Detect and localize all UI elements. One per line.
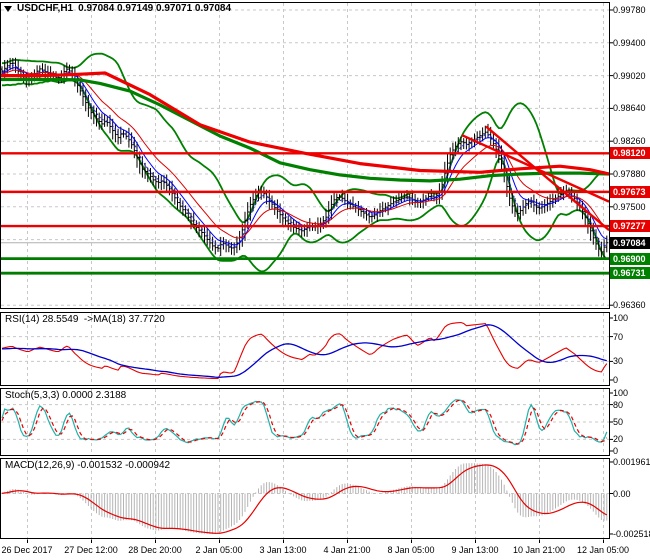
macd-indicator-label: MACD(12,26,9) -0.001532 -0.000942 [5, 460, 171, 471]
stochastic-indicator-label: Stoch(5,3,3) 0.0000 2.3188 [5, 390, 127, 401]
chart-title: USDCHF,H1 0.97084 0.97149 0.97071 0.9708… [4, 3, 231, 14]
chart-symbol-period: USDCHF,H1 [17, 3, 74, 14]
mt4-chart-window: USDCHF,H1 0.97084 0.97149 0.97071 0.9708… [0, 0, 650, 560]
chart-canvas[interactable] [0, 0, 650, 560]
chart-dropdown-icon[interactable] [4, 5, 12, 12]
rsi-indicator-label: RSI(14) 28.5549 ->MA(18) 37.7720 [5, 314, 165, 325]
chart-ohlc-values: 0.97084 0.97149 0.97071 0.97084 [78, 3, 232, 14]
